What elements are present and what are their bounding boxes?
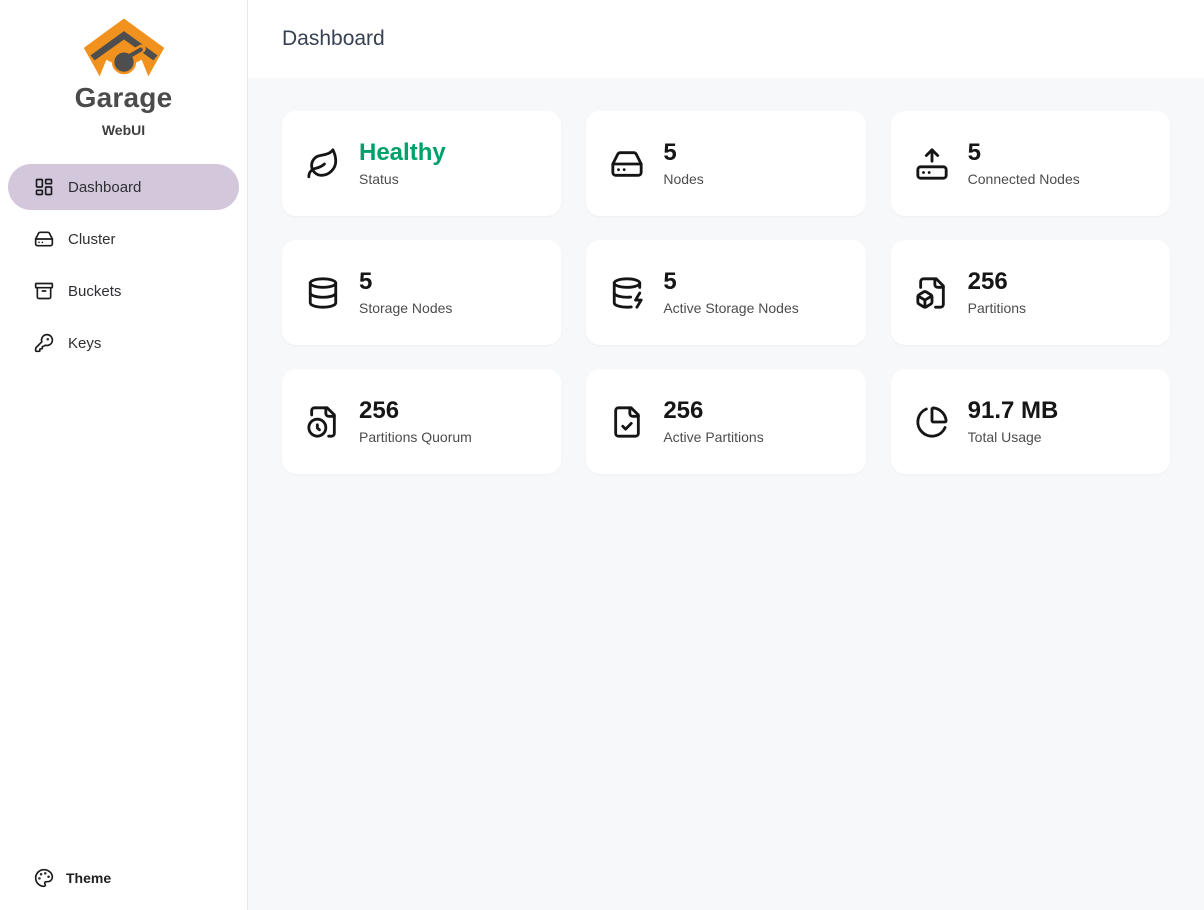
sidebar-item-label: Cluster (68, 231, 116, 248)
stat-label: Active Partitions (663, 429, 763, 445)
theme-toggle[interactable]: Theme (0, 868, 247, 910)
stat-value: 256 (359, 398, 472, 424)
sidebar-item-keys[interactable]: Keys (8, 320, 239, 366)
file-box-icon (915, 276, 949, 310)
sidebar-item-label: Dashboard (68, 179, 141, 196)
stat-label: Partitions (968, 300, 1026, 316)
stat-label: Partitions Quorum (359, 429, 472, 445)
pie-chart-icon (915, 405, 949, 439)
stat-label: Active Storage Nodes (663, 300, 798, 316)
stat-card-total-usage: 91.7 MB Total Usage (891, 369, 1170, 474)
stat-label: Nodes (663, 171, 703, 187)
stat-card-nodes: 5 Nodes (586, 111, 865, 216)
sidebar-item-buckets[interactable]: Buckets (8, 268, 239, 314)
file-check-icon (610, 405, 644, 439)
file-clock-icon (306, 405, 340, 439)
stat-label: Storage Nodes (359, 300, 452, 316)
layout-dashboard-icon (34, 177, 54, 197)
stat-value: 5 (968, 140, 1080, 166)
stat-card-partitions-quorum: 256 Partitions Quorum (282, 369, 561, 474)
stat-card-partitions: 256 Partitions (891, 240, 1170, 345)
sidebar: Garage WebUI Dashboard Cluster (0, 0, 248, 910)
stat-label: Total Usage (968, 429, 1059, 445)
stat-value: 256 (968, 269, 1026, 295)
brand: Garage WebUI (0, 0, 247, 138)
sidebar-item-cluster[interactable]: Cluster (8, 216, 239, 262)
stat-card-status: Healthy Status (282, 111, 561, 216)
archive-icon (34, 281, 54, 301)
stat-card-active-storage-nodes: 5 Active Storage Nodes (586, 240, 865, 345)
hard-drive-upload-icon (915, 147, 949, 181)
stat-value: 5 (663, 140, 703, 166)
hard-drive-icon (610, 147, 644, 181)
sidebar-nav: Dashboard Cluster Buckets (0, 164, 247, 366)
stat-card-active-partitions: 256 Active Partitions (586, 369, 865, 474)
topbar: Dashboard (248, 0, 1204, 78)
stat-label: Status (359, 171, 446, 187)
brand-name: Garage (75, 82, 173, 114)
sidebar-spacer (0, 366, 247, 868)
garage-logo-icon (82, 16, 166, 78)
brand-subtitle: WebUI (102, 122, 145, 138)
stat-value: Healthy (359, 140, 446, 166)
stat-card-connected-nodes: 5 Connected Nodes (891, 111, 1170, 216)
stat-card-storage-nodes: 5 Storage Nodes (282, 240, 561, 345)
palette-icon (34, 868, 54, 888)
stat-value: 256 (663, 398, 763, 424)
key-icon (34, 333, 54, 353)
sidebar-item-label: Keys (68, 335, 101, 352)
leaf-icon (306, 147, 340, 181)
sidebar-item-dashboard[interactable]: Dashboard (8, 164, 239, 210)
database-icon (306, 276, 340, 310)
sidebar-item-label: Buckets (68, 283, 121, 300)
theme-label: Theme (66, 870, 111, 886)
stats-grid: Healthy Status 5 Nodes (282, 111, 1170, 474)
page-title: Dashboard (282, 27, 385, 51)
app-window: Garage WebUI Dashboard Cluster (0, 0, 1204, 910)
stat-value: 5 (663, 269, 798, 295)
dashboard-content: Healthy Status 5 Nodes (248, 78, 1204, 507)
stat-value: 5 (359, 269, 452, 295)
main-area: Dashboard Healthy Status (248, 0, 1204, 910)
stat-label: Connected Nodes (968, 171, 1080, 187)
stat-value: 91.7 MB (968, 398, 1059, 424)
database-zap-icon (610, 276, 644, 310)
hard-drive-icon (34, 229, 54, 249)
